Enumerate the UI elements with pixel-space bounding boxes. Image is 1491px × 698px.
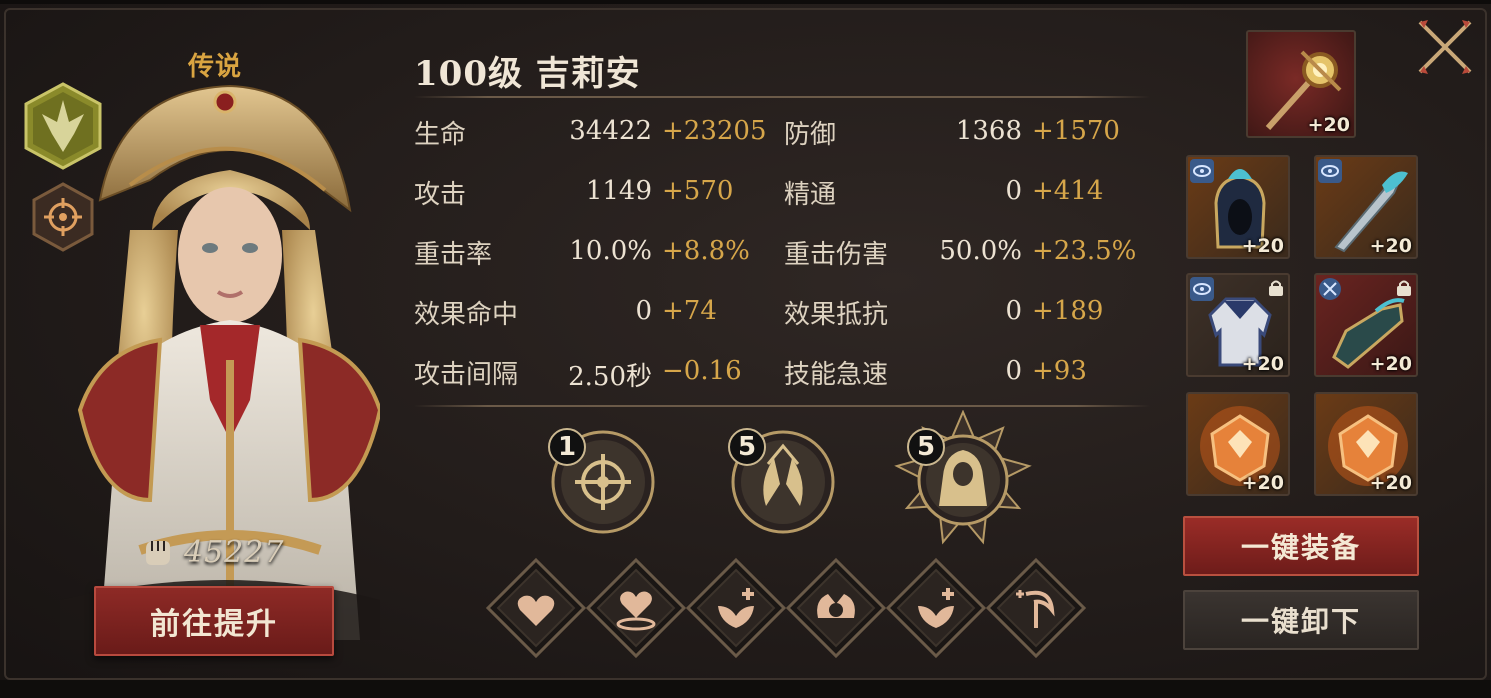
stat-label: 精通	[784, 179, 837, 210]
role-emblem-icon[interactable]	[32, 182, 94, 252]
stat-bonus: +23.5%	[1032, 236, 1137, 266]
stat-bonus: +23205	[662, 116, 767, 146]
stat-base: 0	[1005, 176, 1022, 206]
item-level: +20	[1307, 114, 1350, 136]
go-upgrade-button[interactable]: 前往提升	[94, 586, 334, 656]
hero-name: 100级 吉莉安	[414, 54, 641, 94]
stat-crit-damage: 重击伤害	[784, 232, 888, 272]
stat-label: 防御	[784, 119, 837, 150]
stat-label: 效果命中	[414, 299, 519, 330]
close-icon[interactable]	[1414, 16, 1476, 78]
fist-icon	[146, 541, 170, 565]
rarity-label: 传说	[187, 52, 242, 82]
item-level: +20	[1241, 235, 1284, 257]
stat-label: 攻击间隔	[414, 359, 519, 390]
stat-attack: 攻击	[414, 172, 466, 212]
stat-label: 效果抵抗	[784, 299, 889, 330]
equipment-slot-weapon-secondary[interactable]: +20	[1314, 155, 1418, 259]
rune-slot-4[interactable]	[784, 556, 888, 660]
stat-label: 重击率	[414, 239, 493, 270]
stat-bonus: +74	[662, 296, 717, 326]
rune-slot-1[interactable]	[484, 556, 588, 660]
eye-badge-icon	[1190, 159, 1214, 183]
equip-all-button[interactable]: 一键装备	[1183, 516, 1419, 576]
rune-slot-3[interactable]	[684, 556, 788, 660]
stat-bonus: +8.8%	[662, 236, 750, 266]
stat-base: 0	[1005, 296, 1022, 326]
stat-defense: 防御	[784, 112, 836, 152]
stat-attack-interval: 攻击间隔	[414, 352, 518, 392]
equipment-slot-gem-1[interactable]: +20	[1186, 392, 1290, 496]
lock-icon	[1269, 280, 1283, 296]
equipment-slot-armor[interactable]: +20	[1186, 273, 1290, 377]
combat-power: 45227	[140, 530, 284, 574]
stat-base: 34422	[569, 116, 652, 146]
divider-top	[414, 96, 1150, 98]
stat-bonus: +570	[662, 176, 734, 206]
item-level: +20	[1241, 472, 1284, 494]
stat-base: 50.0%	[939, 236, 1022, 266]
skill-level-badge: 1	[548, 428, 586, 466]
rune-slot-2[interactable]	[584, 556, 688, 660]
unequip-all-button[interactable]: 一键卸下	[1183, 590, 1419, 650]
bottom-strip	[0, 680, 1491, 698]
stat-bonus: +414	[1032, 176, 1104, 206]
item-level: +20	[1369, 235, 1412, 257]
stat-crit-rate: 重击率	[414, 232, 492, 272]
stat-hp: 生命	[414, 112, 466, 152]
stat-base: 0	[635, 296, 652, 326]
eye-badge-icon	[1190, 277, 1214, 301]
stat-effect-resist: 效果抵抗	[784, 292, 888, 332]
stat-mastery: 精通	[784, 172, 836, 212]
stat-bonus: +1570	[1032, 116, 1120, 146]
stat-effect-hit: 效果命中	[414, 292, 518, 332]
eye-badge-icon	[1318, 159, 1342, 183]
stat-base: 1149	[585, 176, 652, 206]
stat-base: 1368	[955, 116, 1022, 146]
stat-base: 10.0%	[569, 236, 652, 266]
stat-base: 2.50秒	[568, 362, 652, 392]
rune-slot-6[interactable]	[984, 556, 1088, 660]
weapon-slot[interactable]: +20	[1246, 30, 1356, 138]
stat-bonus: +189	[1032, 296, 1104, 326]
stat-bonus: +93	[1032, 356, 1087, 386]
stat-label: 重击伤害	[784, 239, 889, 270]
stat-bonus: −0.16	[662, 356, 742, 386]
item-level: +20	[1241, 353, 1284, 375]
item-level: +20	[1369, 472, 1412, 494]
equipment-slot-gem-2[interactable]: +20	[1314, 392, 1418, 496]
combat-power-value: 45227	[184, 534, 285, 570]
skill-level-badge: 5	[728, 428, 766, 466]
stat-label: 技能急速	[784, 359, 889, 390]
divider-bottom	[414, 405, 1150, 407]
rune-slot-5[interactable]	[884, 556, 988, 660]
equipment-slot-gloves[interactable]: +20	[1314, 273, 1418, 377]
item-level: +20	[1369, 353, 1412, 375]
stat-skill-haste: 技能急速	[784, 352, 888, 392]
skill-level-badge: 5	[907, 428, 945, 466]
stat-label: 攻击	[414, 179, 467, 210]
crossed-swords-badge-icon	[1319, 278, 1341, 300]
class-emblem-icon[interactable]	[24, 82, 102, 170]
stat-base: 0	[1005, 356, 1022, 386]
lock-icon	[1397, 280, 1411, 296]
stat-label: 生命	[414, 119, 467, 150]
equipment-slot-helmet[interactable]: +20	[1186, 155, 1290, 259]
